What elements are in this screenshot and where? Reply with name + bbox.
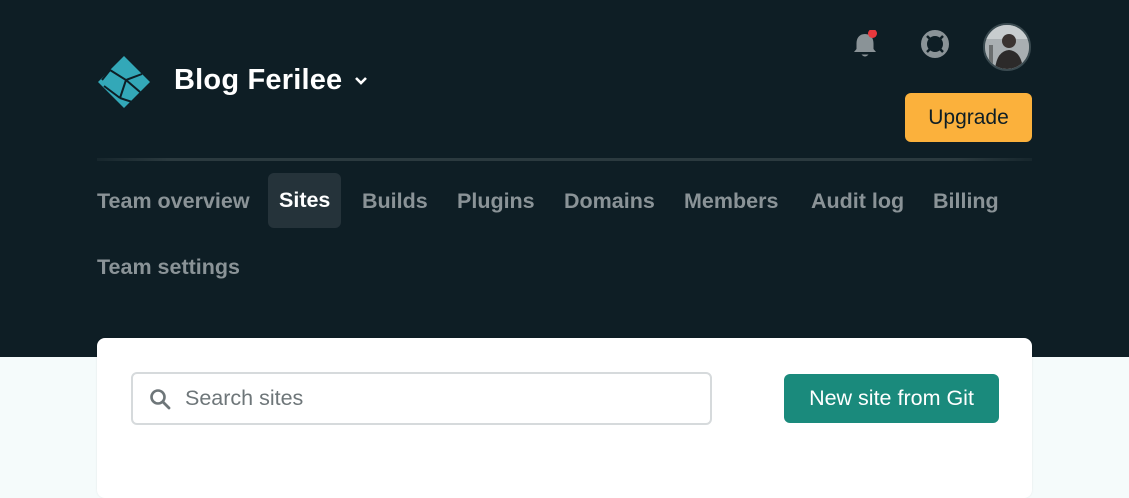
tab-team-overview[interactable]: Team overview bbox=[97, 189, 250, 214]
tab-team-settings[interactable]: Team settings bbox=[97, 255, 240, 280]
tab-plugins[interactable]: Plugins bbox=[457, 189, 535, 214]
search-icon bbox=[150, 388, 171, 409]
user-avatar[interactable] bbox=[983, 23, 1031, 71]
notification-bell-icon[interactable] bbox=[851, 30, 879, 60]
tab-sites[interactable]: Sites bbox=[268, 173, 342, 228]
top-header bbox=[0, 0, 1129, 357]
netlify-logo-icon[interactable] bbox=[96, 54, 152, 110]
header-divider bbox=[97, 158, 1032, 161]
upgrade-button[interactable]: Upgrade bbox=[905, 93, 1032, 142]
avatar-photo bbox=[985, 25, 1029, 69]
tab-members[interactable]: Members bbox=[684, 189, 778, 214]
help-lifebuoy-icon[interactable] bbox=[918, 27, 952, 61]
chevron-down-icon bbox=[355, 76, 368, 85]
tab-billing[interactable]: Billing bbox=[933, 189, 999, 214]
team-switcher[interactable]: Blog Ferilee bbox=[174, 64, 368, 97]
team-name-label: Blog Ferilee bbox=[174, 64, 343, 96]
tab-builds[interactable]: Builds bbox=[362, 189, 428, 214]
tab-domains[interactable]: Domains bbox=[564, 189, 655, 214]
search-sites-input[interactable] bbox=[183, 385, 687, 412]
search-sites-field[interactable] bbox=[131, 372, 712, 425]
tab-audit-log[interactable]: Audit log bbox=[811, 189, 904, 214]
new-site-from-git-button[interactable]: New site from Git bbox=[784, 374, 999, 423]
